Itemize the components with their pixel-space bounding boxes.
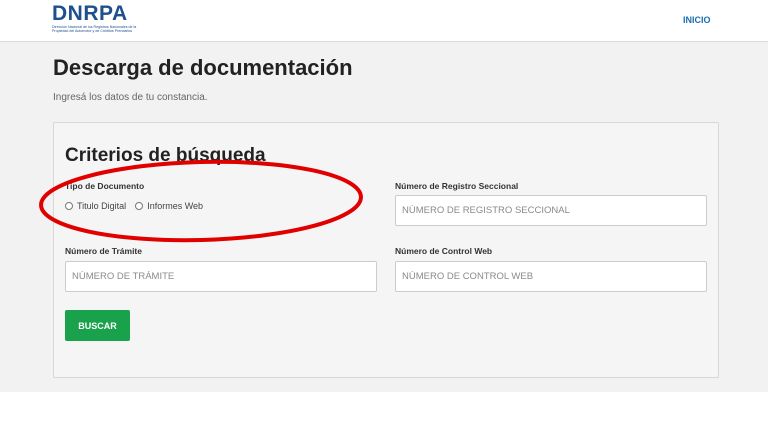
page-subtitle: Ingresá los datos de tu constancia.: [53, 92, 208, 103]
radio-titulo-digital-label[interactable]: Titulo Digital: [77, 201, 126, 211]
logo-subtitle: Dirección Nacional de los Registros Naci…: [52, 25, 137, 33]
control-web-label: Número de Control Web: [395, 246, 493, 256]
dnrpa-logo[interactable]: DNRPA Dirección Nacional de los Registro…: [52, 3, 142, 37]
main-content: Descarga de documentación Ingresá los da…: [0, 42, 768, 392]
radio-titulo-digital[interactable]: [65, 202, 73, 210]
radio-informes-web-label[interactable]: Informes Web: [147, 201, 203, 211]
radio-informes-web[interactable]: [135, 202, 144, 210]
top-navbar: DNRPA Dirección Nacional de los Registro…: [0, 0, 768, 42]
buscar-button[interactable]: BUSCAR: [65, 310, 130, 341]
registro-seccional-label: Número de Registro Seccional: [395, 181, 519, 191]
search-criteria-panel: Criterios de búsqueda Tipo de Documento …: [53, 122, 719, 378]
control-web-input[interactable]: [395, 261, 707, 292]
nav-inicio-link[interactable]: INICIO: [683, 15, 711, 25]
tipo-documento-label: Tipo de Documento: [65, 181, 145, 191]
tramite-label: Número de Trámite: [65, 246, 142, 256]
tramite-input[interactable]: [65, 261, 377, 292]
search-criteria-title: Criterios de búsqueda: [65, 145, 266, 166]
page-title: Descarga de documentación: [53, 55, 353, 80]
tipo-documento-radio-group: Titulo Digital Informes Web: [65, 200, 212, 212]
logo-text: DNRPA: [52, 2, 128, 25]
registro-seccional-input[interactable]: [395, 195, 707, 226]
